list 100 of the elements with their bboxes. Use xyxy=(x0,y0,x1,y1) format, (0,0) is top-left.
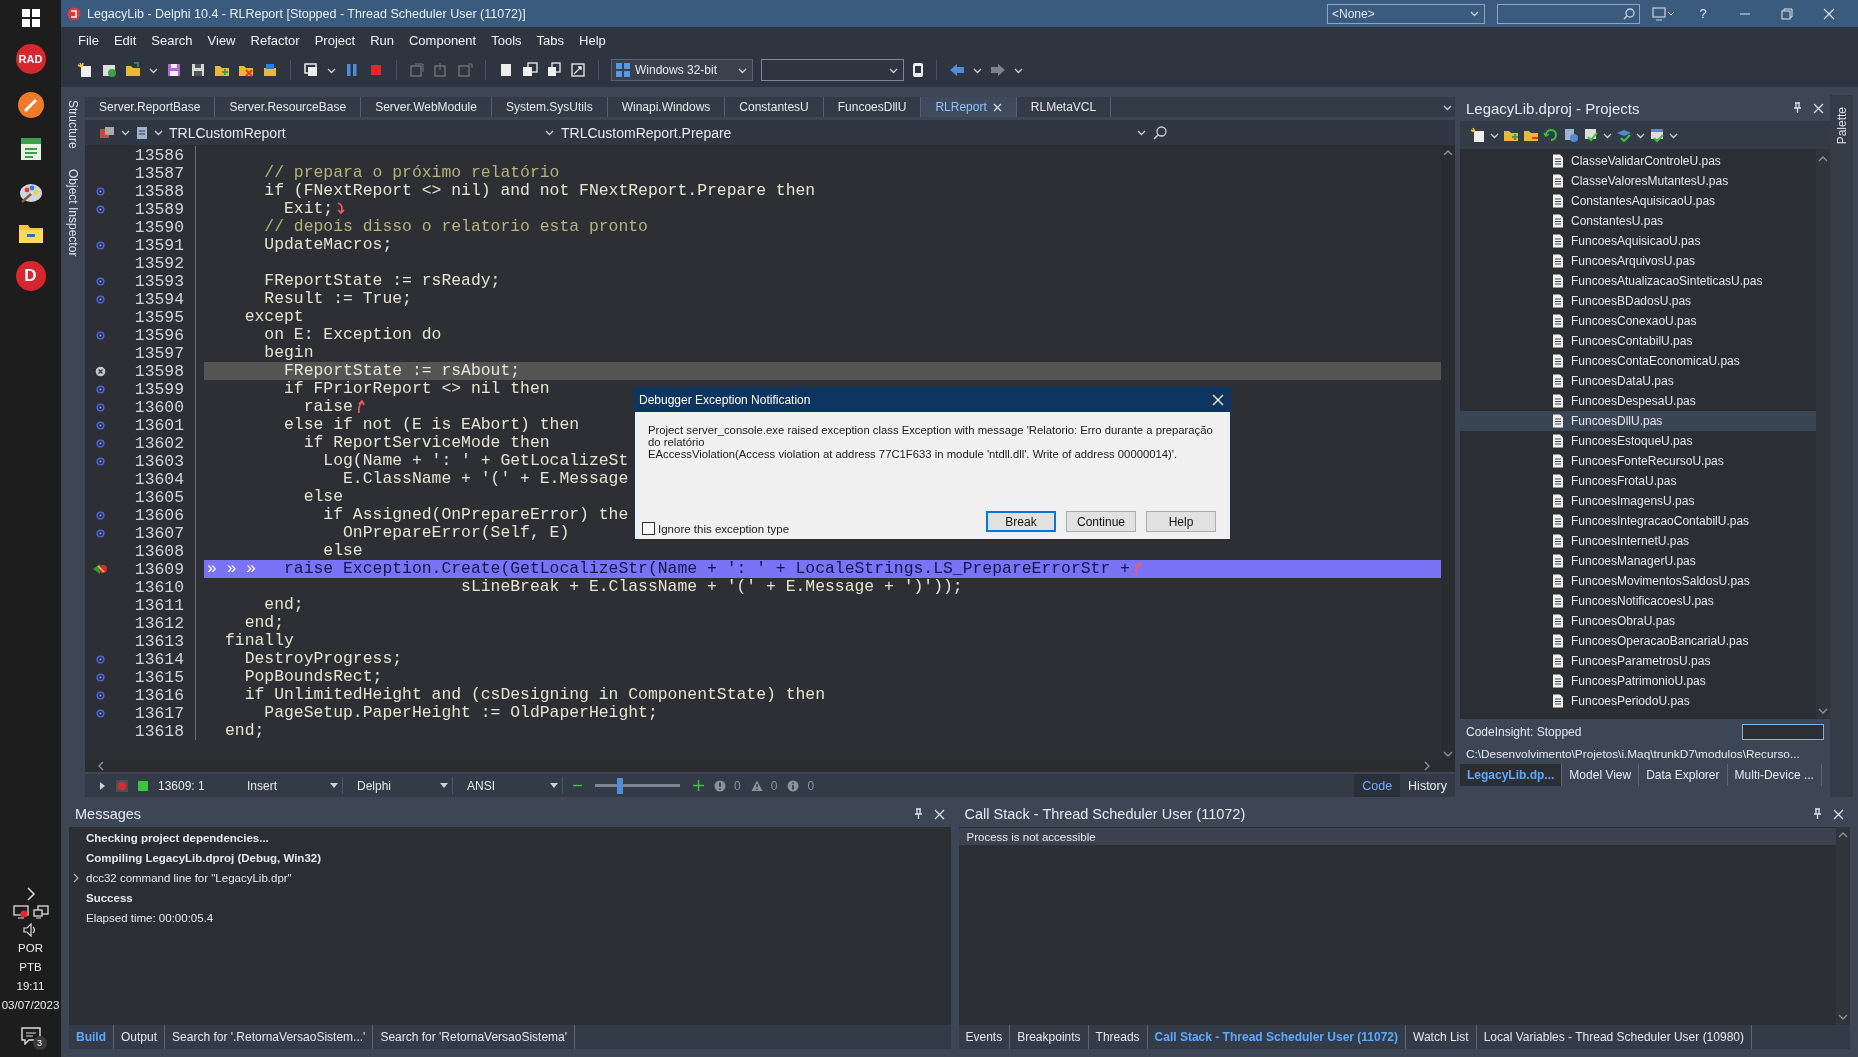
tree-item[interactable]: FuncoesImagensU.pas xyxy=(1460,491,1816,511)
menu-item[interactable]: File xyxy=(78,32,99,48)
delphi-logo[interactable]: D xyxy=(15,261,46,291)
menu-item[interactable]: View xyxy=(207,32,236,48)
caret-icon[interactable] xyxy=(1669,131,1678,139)
method-selector[interactable]: TRLCustomReport.Prepare xyxy=(561,124,1131,141)
vertical-scrollbar[interactable] xyxy=(1816,149,1830,719)
caret-icon[interactable] xyxy=(1137,129,1147,136)
panel-tab[interactable]: Model View xyxy=(1562,764,1640,786)
open-project-icon[interactable] xyxy=(101,62,117,78)
editor-tab[interactable]: RLMetaVCL xyxy=(1016,97,1112,117)
panel-tab[interactable]: LegacyLib.dp... xyxy=(1460,764,1563,786)
scroll-up-icon[interactable] xyxy=(1838,831,1848,838)
refresh-icon[interactable] xyxy=(1543,127,1559,143)
caret-icon[interactable] xyxy=(1014,66,1023,74)
view-tab[interactable]: Code xyxy=(1354,774,1401,797)
caret-icon[interactable] xyxy=(1490,131,1499,139)
slider-thumb[interactable] xyxy=(616,777,623,794)
caret-icon[interactable] xyxy=(121,129,130,136)
caret-icon[interactable] xyxy=(1443,103,1453,111)
device-dropdown[interactable] xyxy=(761,59,904,81)
caret-icon[interactable] xyxy=(1636,131,1645,139)
panel-tab[interactable]: Output xyxy=(114,1025,166,1049)
input-field[interactable] xyxy=(1742,724,1824,740)
caret-icon[interactable] xyxy=(154,129,163,136)
dialog-button[interactable]: Break xyxy=(986,511,1056,532)
side-tab[interactable]: Object Inspector xyxy=(66,168,80,257)
panel-tab[interactable]: Search for 'RetornaVersaoSistema' xyxy=(373,1025,576,1049)
menu-item[interactable]: Tools xyxy=(491,32,522,48)
class-icon[interactable] xyxy=(136,125,148,140)
panel-tab[interactable]: Watch List xyxy=(1406,1025,1477,1049)
caret-icon[interactable] xyxy=(1603,131,1612,139)
editor-tab[interactable]: ConstantesU xyxy=(725,97,824,117)
language-indicator[interactable]: POR xyxy=(18,941,43,956)
square-icon[interactable] xyxy=(138,780,148,791)
tree-item[interactable]: FuncoesOperacaoBancariaU.pas xyxy=(1460,631,1816,651)
tree-item[interactable]: FuncoesManagerU.pas xyxy=(1460,551,1816,571)
menu-item[interactable]: Search xyxy=(151,32,193,48)
scroll-left-icon[interactable] xyxy=(97,761,104,771)
device-list-icon[interactable] xyxy=(1563,127,1579,143)
clock-time[interactable]: 19:11 xyxy=(16,979,45,994)
pen-circle-icon[interactable] xyxy=(16,91,45,119)
layers-check-icon[interactable] xyxy=(1616,127,1632,143)
scroll-down-icon[interactable] xyxy=(1818,708,1828,715)
tree-item[interactable]: FuncoesDllU.pas xyxy=(1460,411,1816,431)
new-item-icon[interactable] xyxy=(77,62,93,78)
forward-arrow-icon[interactable] xyxy=(990,63,1006,77)
menu-item[interactable]: Project xyxy=(314,32,356,48)
editor-tab[interactable]: System.SysUtils xyxy=(491,97,608,117)
tree-item[interactable]: FuncoesMovimentosSaldosU.pas xyxy=(1460,571,1816,591)
vertical-scrollbar[interactable] xyxy=(1441,145,1455,772)
tree-item[interactable]: FuncoesParametrosU.pas xyxy=(1460,651,1816,671)
tree-item[interactable]: ClasseValidarControleU.pas xyxy=(1460,151,1816,171)
close-icon[interactable] xyxy=(1813,102,1824,114)
tree-item[interactable]: FuncoesBDadosU.pas xyxy=(1460,291,1816,311)
tree-item[interactable]: FuncoesFonteRecursoU.pas xyxy=(1460,451,1816,471)
panel-tab[interactable]: Build xyxy=(69,1025,114,1049)
dialog-button[interactable]: Continue xyxy=(1066,511,1136,532)
window-list-icon[interactable] xyxy=(303,62,319,78)
side-tab[interactable]: Structure xyxy=(66,100,80,149)
menu-item[interactable]: Help xyxy=(579,32,606,48)
encoding-dropdown[interactable]: ANSI xyxy=(463,777,563,794)
save-icon[interactable] xyxy=(166,62,182,78)
search-icon[interactable] xyxy=(1153,125,1167,140)
close-icon[interactable] xyxy=(992,102,1002,112)
chevron-right-icon[interactable] xyxy=(25,887,36,901)
scroll-down-icon[interactable] xyxy=(1443,751,1453,758)
caret-icon[interactable] xyxy=(973,66,982,74)
editor-tab[interactable]: Server.ReportBase xyxy=(85,97,216,117)
scroll-up-icon[interactable] xyxy=(1818,155,1828,162)
pin-icon[interactable] xyxy=(1812,808,1823,820)
tree-item[interactable]: FuncoesDespesaU.pas xyxy=(1460,391,1816,411)
resize-icon[interactable] xyxy=(570,62,586,78)
caret-icon[interactable] xyxy=(545,129,555,136)
tree-item[interactable]: FuncoesConexaoU.pas xyxy=(1460,311,1816,331)
close-icon[interactable] xyxy=(1833,808,1844,820)
windows-stack-icon[interactable] xyxy=(522,62,538,78)
new-item-icon[interactable] xyxy=(1470,127,1486,143)
panel-tab[interactable]: Breakpoints xyxy=(1010,1025,1089,1049)
dialog-button[interactable]: Help xyxy=(1146,511,1216,532)
menu-item[interactable]: Run xyxy=(370,32,394,48)
copy-icon[interactable] xyxy=(546,62,562,78)
pin-icon[interactable] xyxy=(1792,102,1803,114)
editor-tab[interactable]: Server.WebModule xyxy=(361,97,492,117)
help-button[interactable]: ? xyxy=(1688,6,1718,21)
panel-tab[interactable]: Call Stack - Thread Scheduler User (11072) xyxy=(1147,1025,1407,1049)
stop-icon[interactable] xyxy=(368,62,384,78)
display-settings-icon[interactable] xyxy=(1652,6,1676,21)
search-field[interactable] xyxy=(1497,3,1640,24)
editor-tab[interactable]: RLReport xyxy=(921,97,1017,117)
component-icon[interactable] xyxy=(99,125,115,140)
build-check-icon[interactable] xyxy=(1583,127,1599,143)
tree-item[interactable]: FuncoesAquisicaoU.pas xyxy=(1460,231,1816,251)
close-icon[interactable] xyxy=(933,808,945,820)
tree-item[interactable]: FuncoesPeriodoU.pas xyxy=(1460,691,1816,711)
tree-item[interactable]: ConstantesU.pas xyxy=(1460,211,1816,231)
scroll-down-icon[interactable] xyxy=(1838,1014,1848,1021)
tree-item[interactable]: FuncoesDataU.pas xyxy=(1460,371,1816,391)
pause-icon[interactable] xyxy=(344,62,360,78)
folder-icon[interactable] xyxy=(17,222,44,244)
